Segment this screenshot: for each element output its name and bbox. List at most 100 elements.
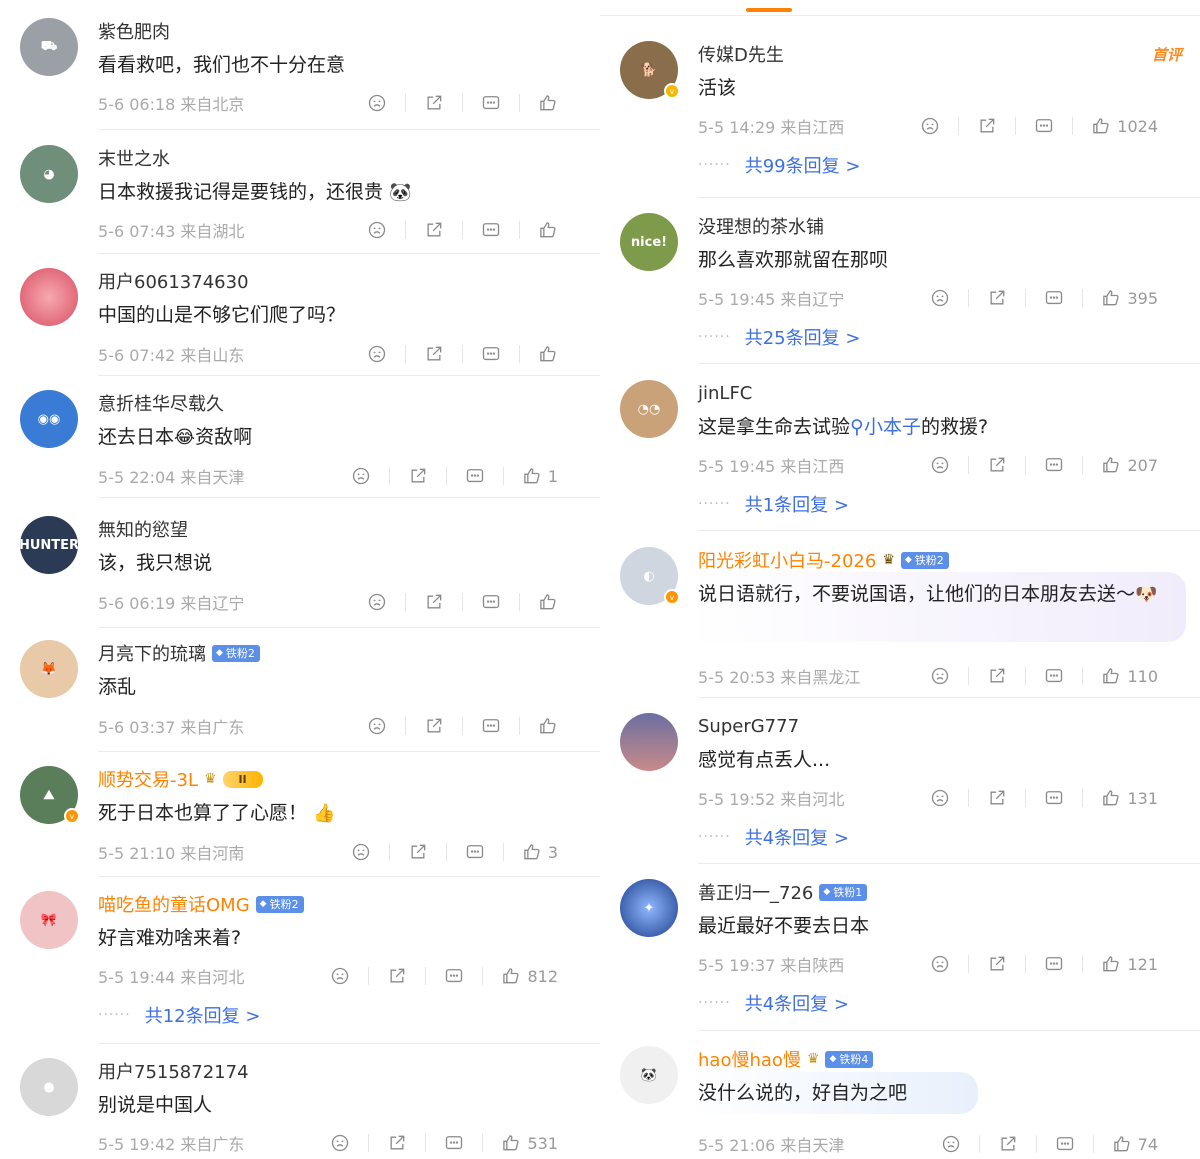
dislike-button[interactable] bbox=[367, 590, 387, 614]
comment-button[interactable] bbox=[1055, 1132, 1075, 1156]
share-button[interactable] bbox=[987, 453, 1007, 477]
dislike-button[interactable] bbox=[930, 952, 950, 976]
username[interactable]: 末世之水 bbox=[98, 145, 170, 171]
like-button[interactable] bbox=[1091, 114, 1111, 138]
share-button[interactable] bbox=[987, 786, 1007, 810]
avatar[interactable]: HUNTER bbox=[20, 516, 78, 574]
view-replies-link[interactable]: ······ 共4条回复 > bbox=[698, 825, 849, 849]
like-button[interactable] bbox=[1101, 664, 1121, 688]
share-button[interactable] bbox=[977, 114, 997, 138]
share-button[interactable] bbox=[424, 590, 444, 614]
share-button[interactable] bbox=[987, 952, 1007, 976]
view-replies-link[interactable]: ······ 共99条回复 > bbox=[698, 153, 860, 177]
view-replies-link[interactable]: ······ 共1条回复 > bbox=[698, 492, 849, 516]
username[interactable]: jinLFC bbox=[698, 383, 752, 404]
avatar[interactable]: ⛟ bbox=[20, 18, 78, 76]
dislike-button[interactable] bbox=[941, 1132, 961, 1156]
view-replies-link[interactable]: ······ 共4条回复 > bbox=[698, 991, 849, 1015]
like-button[interactable] bbox=[538, 342, 558, 366]
username[interactable]: 月亮下的琉璃 bbox=[98, 640, 206, 666]
replies-text[interactable]: 共1条回复 > bbox=[745, 491, 849, 517]
dislike-button[interactable] bbox=[367, 714, 387, 738]
comment-button[interactable] bbox=[1044, 664, 1064, 688]
view-replies-link[interactable]: ······ 共12条回复 > bbox=[98, 1003, 260, 1027]
like-button[interactable] bbox=[501, 964, 521, 988]
comment-button[interactable] bbox=[1044, 286, 1064, 310]
comment-button[interactable] bbox=[481, 342, 501, 366]
avatar[interactable]: nice! bbox=[620, 213, 678, 271]
like-button[interactable] bbox=[1101, 286, 1121, 310]
replies-text[interactable]: 共99条回复 > bbox=[745, 152, 861, 178]
comment-button[interactable] bbox=[481, 590, 501, 614]
like-button[interactable] bbox=[538, 91, 558, 115]
username[interactable]: 顺势交易-3L bbox=[98, 766, 198, 792]
share-button[interactable] bbox=[387, 1131, 407, 1155]
share-button[interactable] bbox=[408, 840, 428, 864]
share-button[interactable] bbox=[987, 286, 1007, 310]
replies-text[interactable]: 共25条回复 > bbox=[745, 324, 861, 350]
share-button[interactable] bbox=[408, 464, 428, 488]
replies-text[interactable]: 共4条回复 > bbox=[745, 990, 849, 1016]
replies-text[interactable]: 共4条回复 > bbox=[745, 824, 849, 850]
dislike-button[interactable] bbox=[367, 91, 387, 115]
share-button[interactable] bbox=[387, 964, 407, 988]
share-button[interactable] bbox=[424, 342, 444, 366]
avatar[interactable] bbox=[620, 713, 678, 771]
dislike-button[interactable] bbox=[930, 286, 950, 310]
username[interactable]: 無知的慾望 bbox=[98, 516, 188, 542]
share-button[interactable] bbox=[424, 714, 444, 738]
avatar[interactable]: ◔◔ bbox=[620, 380, 678, 438]
avatar[interactable]: ● bbox=[20, 1058, 78, 1116]
like-button[interactable] bbox=[522, 464, 542, 488]
comment-button[interactable] bbox=[465, 840, 485, 864]
comment-button[interactable] bbox=[1044, 453, 1064, 477]
like-button[interactable] bbox=[1101, 453, 1121, 477]
avatar[interactable]: 🐼 bbox=[620, 1046, 678, 1104]
comment-button[interactable] bbox=[1044, 786, 1064, 810]
comment-button[interactable] bbox=[481, 218, 501, 242]
dislike-button[interactable] bbox=[920, 114, 940, 138]
topic-link[interactable]: ⚲小本子 bbox=[850, 416, 921, 438]
username[interactable]: 用户6061374630 bbox=[98, 268, 249, 294]
username[interactable]: SuperG777 bbox=[698, 716, 799, 737]
dislike-button[interactable] bbox=[330, 1131, 350, 1155]
avatar[interactable]: ✦ bbox=[620, 879, 678, 937]
avatar[interactable] bbox=[20, 268, 78, 326]
avatar[interactable]: ◉◉ bbox=[20, 390, 78, 448]
dislike-button[interactable] bbox=[930, 786, 950, 810]
like-button[interactable] bbox=[1101, 786, 1121, 810]
avatar[interactable]: 🎀 bbox=[20, 891, 78, 949]
like-button[interactable] bbox=[1101, 952, 1121, 976]
username[interactable]: 喵吃鱼的童话OMG bbox=[98, 891, 250, 917]
like-button[interactable] bbox=[538, 714, 558, 738]
like-button[interactable] bbox=[1112, 1132, 1132, 1156]
username[interactable]: 阳光彩虹小白马-2026 bbox=[698, 547, 876, 573]
dislike-button[interactable] bbox=[330, 964, 350, 988]
username[interactable]: hao慢hao慢 bbox=[698, 1046, 801, 1072]
comment-button[interactable] bbox=[444, 964, 464, 988]
share-button[interactable] bbox=[424, 218, 444, 242]
username[interactable]: 善正归一_726 bbox=[698, 879, 813, 905]
username[interactable]: 没理想的茶水铺 bbox=[698, 213, 824, 239]
comment-button[interactable] bbox=[444, 1131, 464, 1155]
avatar[interactable]: ◕ bbox=[20, 145, 78, 203]
dislike-button[interactable] bbox=[930, 453, 950, 477]
comment-button[interactable] bbox=[481, 714, 501, 738]
username[interactable]: 用户7515872174 bbox=[98, 1058, 249, 1084]
comment-button[interactable] bbox=[1034, 114, 1054, 138]
dislike-button[interactable] bbox=[930, 664, 950, 688]
like-button[interactable] bbox=[538, 218, 558, 242]
share-button[interactable] bbox=[987, 664, 1007, 688]
share-button[interactable] bbox=[998, 1132, 1018, 1156]
username[interactable]: 意折桂华尽载久 bbox=[98, 390, 224, 416]
dislike-button[interactable] bbox=[367, 218, 387, 242]
view-replies-link[interactable]: ······ 共25条回复 > bbox=[698, 325, 860, 349]
dislike-button[interactable] bbox=[351, 840, 371, 864]
comment-button[interactable] bbox=[1044, 952, 1064, 976]
like-button[interactable] bbox=[538, 590, 558, 614]
username[interactable]: 紫色肥肉 bbox=[98, 18, 170, 44]
dislike-button[interactable] bbox=[351, 464, 371, 488]
dislike-button[interactable] bbox=[367, 342, 387, 366]
avatar[interactable]: 🦊 bbox=[20, 640, 78, 698]
replies-text[interactable]: 共12条回复 > bbox=[145, 1002, 261, 1028]
